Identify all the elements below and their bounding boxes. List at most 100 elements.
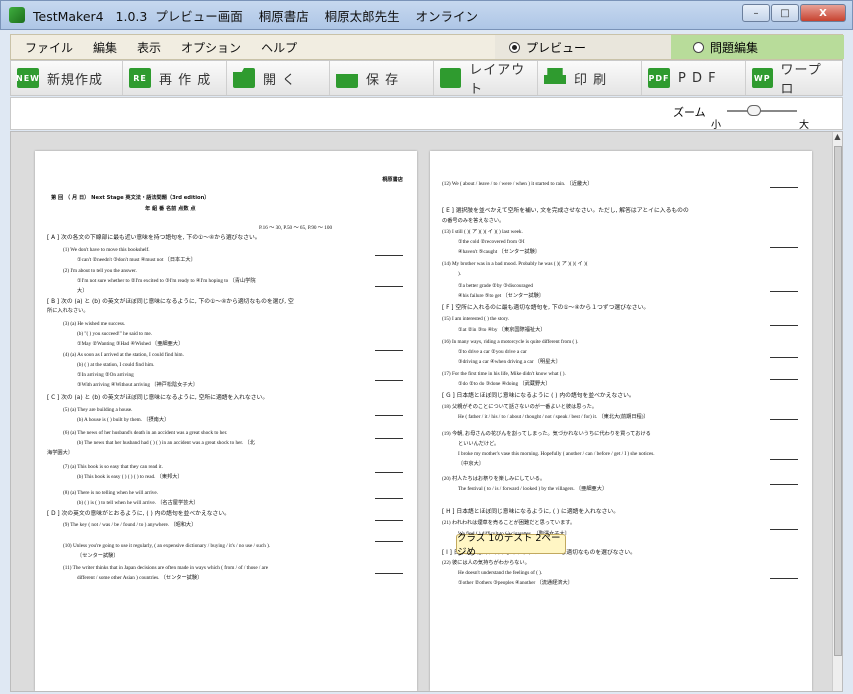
page-text-line: (b) The news that her husband had ( ) ( … xyxy=(77,440,255,446)
page-text-line: I broke my mother's vase this morning. H… xyxy=(458,451,655,457)
answer-blank xyxy=(375,498,403,499)
menu-help[interactable]: ヘルプ xyxy=(261,39,297,56)
scrollbar-thumb[interactable] xyxy=(834,146,842,656)
preview-mode-label: プレビュー xyxy=(526,40,587,55)
page-text-line: (4) (a) As soon as I arrived at the stat… xyxy=(63,352,184,358)
print-button[interactable]: 印 刷 xyxy=(538,61,642,95)
open-button[interactable]: 開 く xyxy=(227,61,330,95)
wordpro-button[interactable]: WP ワープロ xyxy=(746,61,832,97)
edit-mode-radio[interactable]: 問題編集 xyxy=(671,35,844,59)
page-text-line: ①the cold ②recovered from ③I xyxy=(458,239,525,245)
new-button[interactable]: NEW 新規作成 xyxy=(11,61,123,95)
page-text-line: ①do ②to do ③done ④doing 〔武蔵野大〕 xyxy=(458,381,551,387)
answer-blank xyxy=(770,247,798,248)
page-text-line: ④haven't ⑤caught 〔センター試験〕 xyxy=(458,249,540,255)
page-text-line: 桐原書店 xyxy=(382,177,403,183)
page-text-line: (13) I still ( )( ア )( )( イ )( ) last we… xyxy=(442,229,523,235)
vertical-scrollbar[interactable]: ▲ xyxy=(832,132,842,691)
menu-options[interactable]: オプション xyxy=(181,39,241,56)
page-text-line: ④his failure ⑤to get 〔センター試験〕 xyxy=(458,293,544,299)
printer-icon xyxy=(544,68,566,84)
layout-button[interactable]: レイアウト xyxy=(434,61,538,97)
scroll-up-icon[interactable]: ▲ xyxy=(833,132,842,141)
answer-blank xyxy=(375,255,403,256)
page-text-line: (22) 彼には人の気持ちがわからない。 xyxy=(442,560,530,566)
page-text-line: different / some other Asian ) countries… xyxy=(77,575,203,581)
save-button[interactable]: 保 存 xyxy=(330,61,434,95)
pdf-label: P D F xyxy=(678,70,717,86)
pdf-button[interactable]: PDF P D F xyxy=(642,61,746,95)
page-text-line: [ H ] 日本語とほぼ同じ意味になるように, ( ) に適語を入れなさい。 xyxy=(442,509,620,515)
layout-icon xyxy=(440,68,462,88)
page-text-line: (b) This book is easy ( ) ( ) ( ) to rea… xyxy=(77,474,183,480)
zoom-small-label: 小 xyxy=(711,120,721,131)
answer-blank xyxy=(375,573,403,574)
page-text-line: の番号のみを答えなさい。 xyxy=(442,218,505,224)
page-text-line: ①I'm not sure whether to ②I'm excited to… xyxy=(77,278,256,284)
page-text-line: (9) The key ( not / was / be / found / t… xyxy=(63,522,197,528)
minimize-button[interactable]: – xyxy=(742,4,770,22)
page-text-line: (b) A house is ( ) built by them. 〔摂南大〕 xyxy=(77,417,170,423)
answer-blank xyxy=(770,325,798,326)
page-text-line: 所に入れなさい。 xyxy=(47,308,89,314)
answer-blank xyxy=(375,286,403,287)
page-text-line: ③With arriving ④Without arriving 〔神戸松陰女子… xyxy=(77,382,198,388)
page-text-line: The festival ( to / is / forward / looke… xyxy=(458,486,608,492)
page-text-line: [ F ] 空所に入れるのに最も適切な語句を, 下の①〜④から１つずつ選びなさい… xyxy=(442,305,650,311)
page-text-line: [ C ] 次の (a) と (b) の英文がほぼ同じ意味になるように, 空所に… xyxy=(47,395,269,401)
recreate-label: 再 作 成 xyxy=(159,72,212,88)
page-text-line: P.16 〜 30, P.50 〜 65, P.90 〜 100 xyxy=(259,225,333,231)
answer-blank xyxy=(770,459,798,460)
menu-file[interactable]: ファイル xyxy=(25,39,73,56)
page-text-line: He ( father / it / his / to / about / th… xyxy=(458,414,649,420)
radio-selected-icon xyxy=(509,41,520,53)
page-text-line: (10) Unless you're going to use it regul… xyxy=(63,543,271,549)
zoom-slider-track[interactable] xyxy=(727,110,797,112)
answer-blank xyxy=(375,380,403,381)
edit-mode-label: 問題編集 xyxy=(710,40,759,55)
page-text-line: (1) We don't have to move this bookshelf… xyxy=(63,247,150,253)
page-text-line: ①In arriving ②On arriving xyxy=(77,372,134,378)
maximize-button[interactable]: □ xyxy=(771,4,799,22)
page-text-line: (19) 今朝, お母さんの花びんを割ってしまった。気づかれないうちに代わりを買… xyxy=(442,431,651,437)
window-title: TestMaker4 1.0.3 プレビュー画面 桐原書店 桐原太郎先生 オンラ… xyxy=(33,8,478,24)
page-text-line: (12) We ( about / leave / to / were / wh… xyxy=(442,181,593,187)
answer-blank xyxy=(770,484,798,485)
title-bar: TestMaker4 1.0.3 プレビュー画面 桐原書店 桐原太郎先生 オンラ… xyxy=(0,0,853,30)
page-tooltip: クラス 1のテスト 2ページめ xyxy=(456,533,566,558)
page-text-line: 海学園大〕 xyxy=(47,450,73,456)
folder-icon xyxy=(233,68,255,88)
page-text-line: 〔中京大〕 xyxy=(458,461,484,467)
save-label: 保 存 xyxy=(366,72,400,88)
preview-mode-radio[interactable]: プレビュー xyxy=(495,35,671,59)
page-text-line: ①can't ②needn't ③don't must ④must not 〔日… xyxy=(77,257,196,263)
preview-area[interactable]: 桐原書店第 回 （ 月 日） Next Stage 英文法・語法問題（3rd e… xyxy=(10,131,843,692)
layout-label: レイアウト xyxy=(469,63,526,97)
answer-blank xyxy=(770,419,798,420)
page-text-line: [ G ] 日本語とほぼ同じ意味になるように ( ) 内の語句を並べかえなさい。 xyxy=(442,393,635,399)
answer-blank xyxy=(770,357,798,358)
menu-edit[interactable]: 編集 xyxy=(93,39,117,56)
page-text-line: [ D ] 次の英文の意味がとおるように, ( ) 内の語句を並べかえなさい。 xyxy=(47,511,230,517)
open-label: 開 く xyxy=(263,72,297,88)
page-text-line: (16) In many ways, riding a motorcycle i… xyxy=(442,339,579,345)
answer-blank xyxy=(770,529,798,530)
menu-bar: ファイル 編集 表示 オプション ヘルプ プレビュー 問題編集 xyxy=(10,34,844,60)
page-text-line: ①to drive a car ②you drive a car xyxy=(458,349,527,355)
page-text-line: (5) (a) They are building a house. xyxy=(63,407,133,413)
new-icon: NEW xyxy=(16,68,39,88)
page-text-line: (20) 村人たちはお祭りを楽しみにしている。 xyxy=(442,476,546,482)
page-text-line: 第 回 （ 月 日） Next Stage 英文法・語法問題（3rd editi… xyxy=(51,195,210,201)
page-text-line: ①other ②others ③peoples ④another 〔流通経済大〕 xyxy=(458,580,573,586)
recreate-button[interactable]: RE 再 作 成 xyxy=(123,61,227,95)
page-text-line: He doesn't understand the feelings of ( … xyxy=(458,570,543,576)
recreate-icon: RE xyxy=(129,68,151,88)
answer-blank xyxy=(375,520,403,521)
answer-blank xyxy=(375,472,403,473)
menu-view[interactable]: 表示 xyxy=(137,39,161,56)
toolbar: NEW 新規作成 RE 再 作 成 開 く 保 存 レイアウト 印 刷 PDF P D… xyxy=(10,60,843,97)
page-text-line: (6) (a) The news of her husband's death … xyxy=(63,430,228,436)
wordpro-label: ワープロ xyxy=(780,63,822,97)
zoom-slider-thumb[interactable] xyxy=(747,105,761,116)
close-button[interactable]: X xyxy=(800,4,846,22)
